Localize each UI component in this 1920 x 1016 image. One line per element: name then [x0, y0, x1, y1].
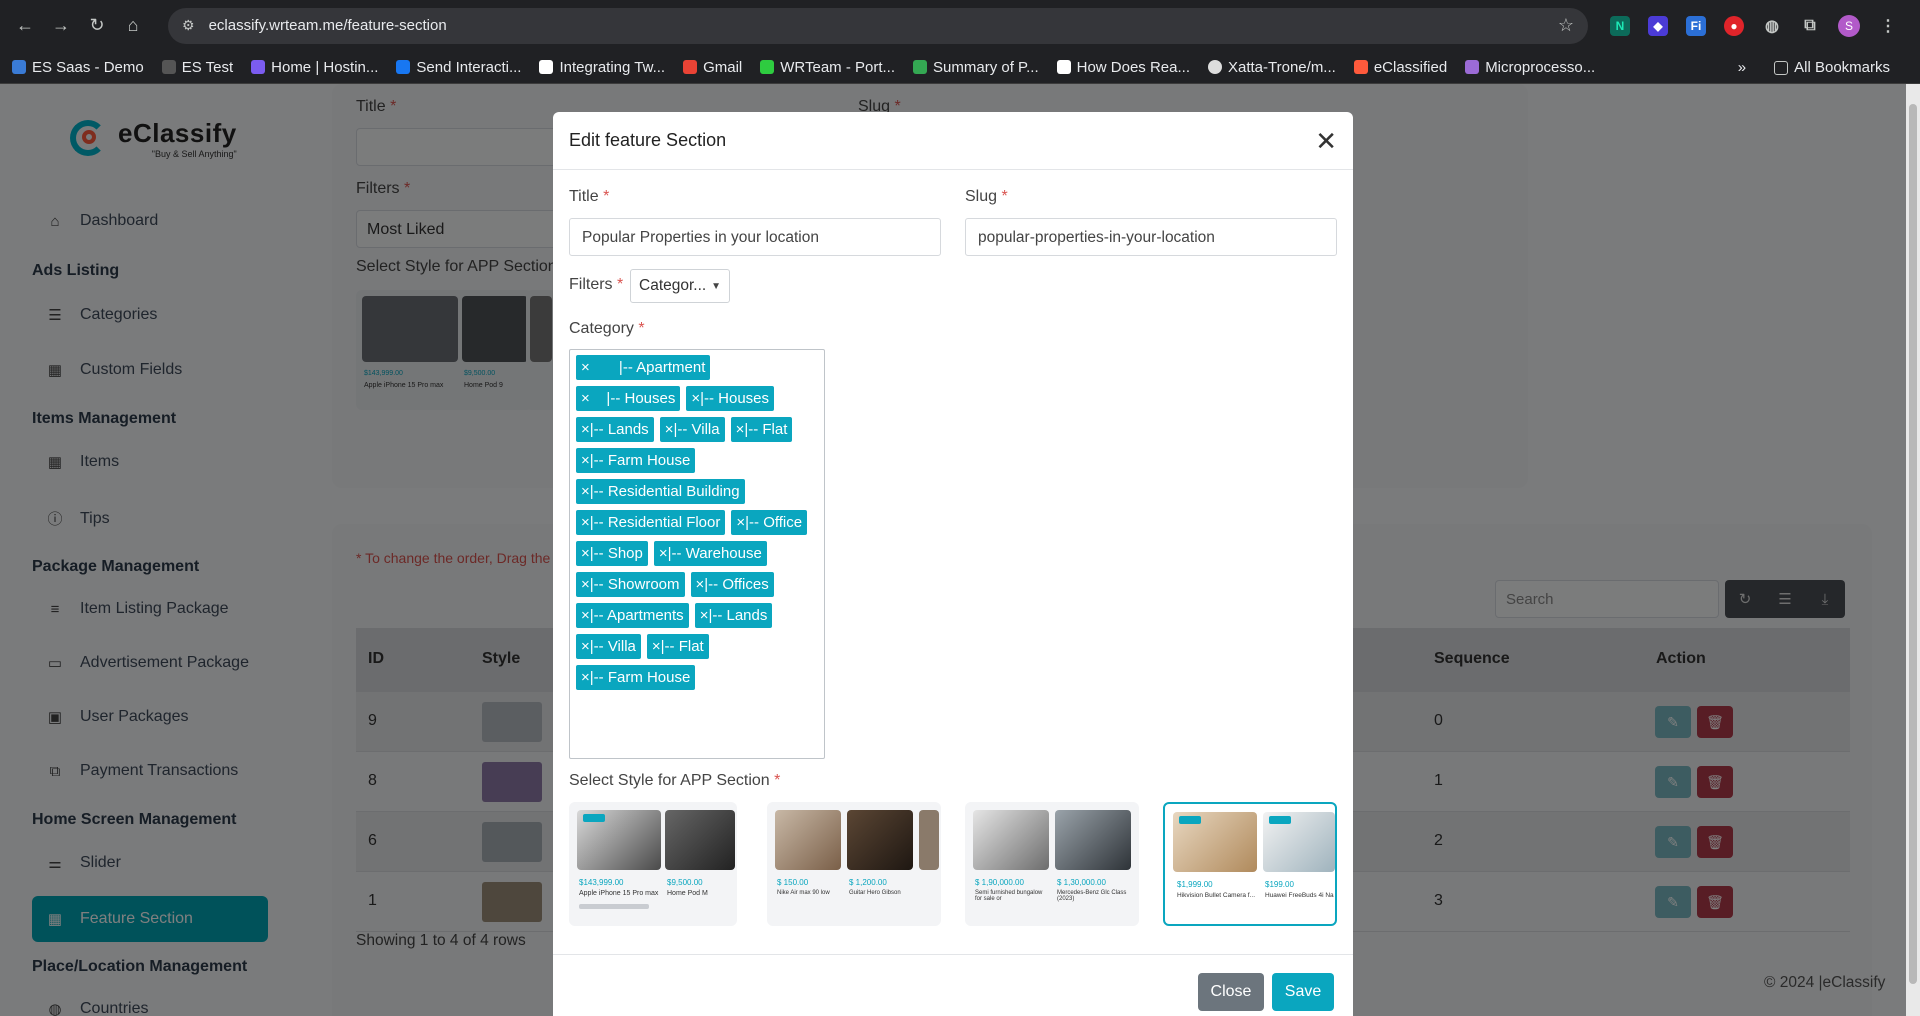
category-chip[interactable]: ×|-- Shop [576, 541, 648, 566]
bookmark-item[interactable]: eClassified [1353, 59, 1447, 76]
category-chip[interactable]: ×|-- Lands [576, 417, 654, 442]
style-label: Select Style for APP Section * [569, 772, 781, 789]
category-chip[interactable]: × |-- Houses [576, 386, 681, 411]
bookmarks-bar: ES Saas - Demo ES Test Home | Hostin... … [0, 51, 1920, 84]
save-button[interactable]: Save [1272, 973, 1334, 1011]
bookmark-item[interactable]: ES Saas - Demo [12, 59, 144, 76]
bookmark-item[interactable]: WRTeam - Port... [760, 59, 895, 76]
close-icon[interactable]: ✕ [1315, 128, 1337, 154]
filters-select[interactable]: Categor... ▼ [630, 269, 730, 303]
bookmark-item[interactable]: Microprocesso... [1465, 59, 1595, 76]
bookmark-item[interactable]: Summary of P... [913, 59, 1039, 76]
title-input[interactable]: Popular Properties in your location [569, 218, 941, 256]
category-chip[interactable]: ×|-- Office [731, 510, 808, 535]
folder-icon [1774, 60, 1789, 75]
category-chip[interactable]: ×|-- Residential Floor [576, 510, 726, 535]
browser-menu-icon[interactable]: ⋮ [1878, 16, 1898, 36]
bookmark-item[interactable]: Send Interacti... [396, 59, 521, 76]
category-chip[interactable]: ×|-- Farm House [576, 665, 696, 690]
bookmark-item[interactable]: ES Test [161, 59, 233, 76]
category-chip[interactable]: ×|-- Showroom [576, 572, 685, 597]
more-bookmarks-icon[interactable]: » [1738, 59, 1746, 76]
slug-label: Slug * [965, 188, 1008, 205]
home-icon[interactable]: ⌂ [118, 11, 148, 41]
modal-header: Edit feature Section ✕ [553, 112, 1353, 170]
extension-n-icon[interactable]: N [1610, 15, 1630, 36]
category-chip[interactable]: ×|-- Lands [694, 603, 773, 628]
bookmark-item[interactable]: Home | Hostin... [251, 59, 378, 76]
category-chip[interactable]: ×|-- Warehouse [653, 541, 767, 566]
category-chip[interactable]: ×|-- Apartments [576, 603, 689, 628]
category-multiselect[interactable]: × |-- Apartment × |-- Houses ×|-- Houses ×|… [569, 349, 825, 759]
style-option-4-selected[interactable]: $1,999.00 $199.00 Hikvision Bullet Camer… [1163, 802, 1337, 926]
url-text: eclassify.wrteam.me/feature-section [208, 17, 447, 34]
edit-feature-section-modal: Edit feature Section ✕ Title * Popular P… [553, 112, 1353, 1016]
category-chip[interactable]: ×|-- Offices [690, 572, 774, 597]
style-option-2[interactable]: $ 150.00 $ 1,200.00 Nike Air max 90 low … [767, 802, 941, 926]
category-label: Category * [569, 320, 645, 337]
extensions-puzzle-icon[interactable]: ⧉ [1800, 16, 1820, 36]
address-bar[interactable]: ⚙ eclassify.wrteam.me/feature-section ☆ [168, 7, 1588, 44]
bookmark-item[interactable]: Gmail [683, 59, 742, 76]
extension-diamond-icon[interactable]: ◆ [1648, 15, 1668, 36]
browser-toolbar: ← → ↻ ⌂ ⚙ eclassify.wrteam.me/feature-se… [0, 0, 1920, 51]
back-icon[interactable]: ← [10, 11, 40, 41]
all-bookmarks-folder[interactable]: All Bookmarks [1774, 59, 1890, 76]
category-chip[interactable]: ×|-- Villa [576, 634, 641, 659]
reload-icon[interactable]: ↻ [82, 11, 112, 41]
category-chip[interactable]: × |-- Apartment [576, 355, 711, 380]
style-option-3[interactable]: $ 1,90,000.00 $ 1,30,000.00 Semi furnish… [965, 802, 1139, 926]
bookmark-item[interactable]: Xatta-Trone/m... [1208, 59, 1336, 76]
filters-label: Filters * [569, 276, 624, 293]
site-settings-icon[interactable]: ⚙ [182, 17, 195, 34]
slug-input[interactable]: popular-properties-in-your-location [965, 218, 1337, 256]
category-chip[interactable]: ×|-- Farm House [576, 448, 696, 473]
bookmark-item[interactable]: How Does Rea... [1056, 59, 1190, 76]
page-scrollbar[interactable] [1906, 84, 1920, 1016]
profile-avatar[interactable]: S [1838, 14, 1860, 37]
modal-title: Edit feature Section [569, 130, 727, 150]
category-chip[interactable]: ×|-- Houses [686, 386, 775, 411]
dropdown-caret-icon: ▼ [711, 280, 721, 292]
close-button[interactable]: Close [1198, 973, 1264, 1011]
category-chip[interactable]: ×|-- Residential Building [576, 479, 745, 504]
style-option-1[interactable]: $143,999.00 $9,500.00 Apple iPhone 15 Pr… [569, 802, 737, 926]
category-chip[interactable]: ×|-- Flat [646, 634, 709, 659]
bookmark-item[interactable]: Integrating Tw... [539, 59, 665, 76]
extension-globe-icon[interactable]: ◍ [1762, 16, 1782, 36]
extension-red-icon[interactable]: ● [1724, 15, 1744, 36]
bookmark-star-icon[interactable]: ☆ [1558, 15, 1574, 36]
category-chip[interactable]: ×|-- Villa [659, 417, 725, 442]
forward-icon[interactable]: → [46, 11, 76, 41]
extension-fi-icon[interactable]: Fi [1686, 15, 1706, 36]
title-label: Title * [569, 188, 610, 205]
category-chip[interactable]: ×|-- Flat [730, 417, 793, 442]
